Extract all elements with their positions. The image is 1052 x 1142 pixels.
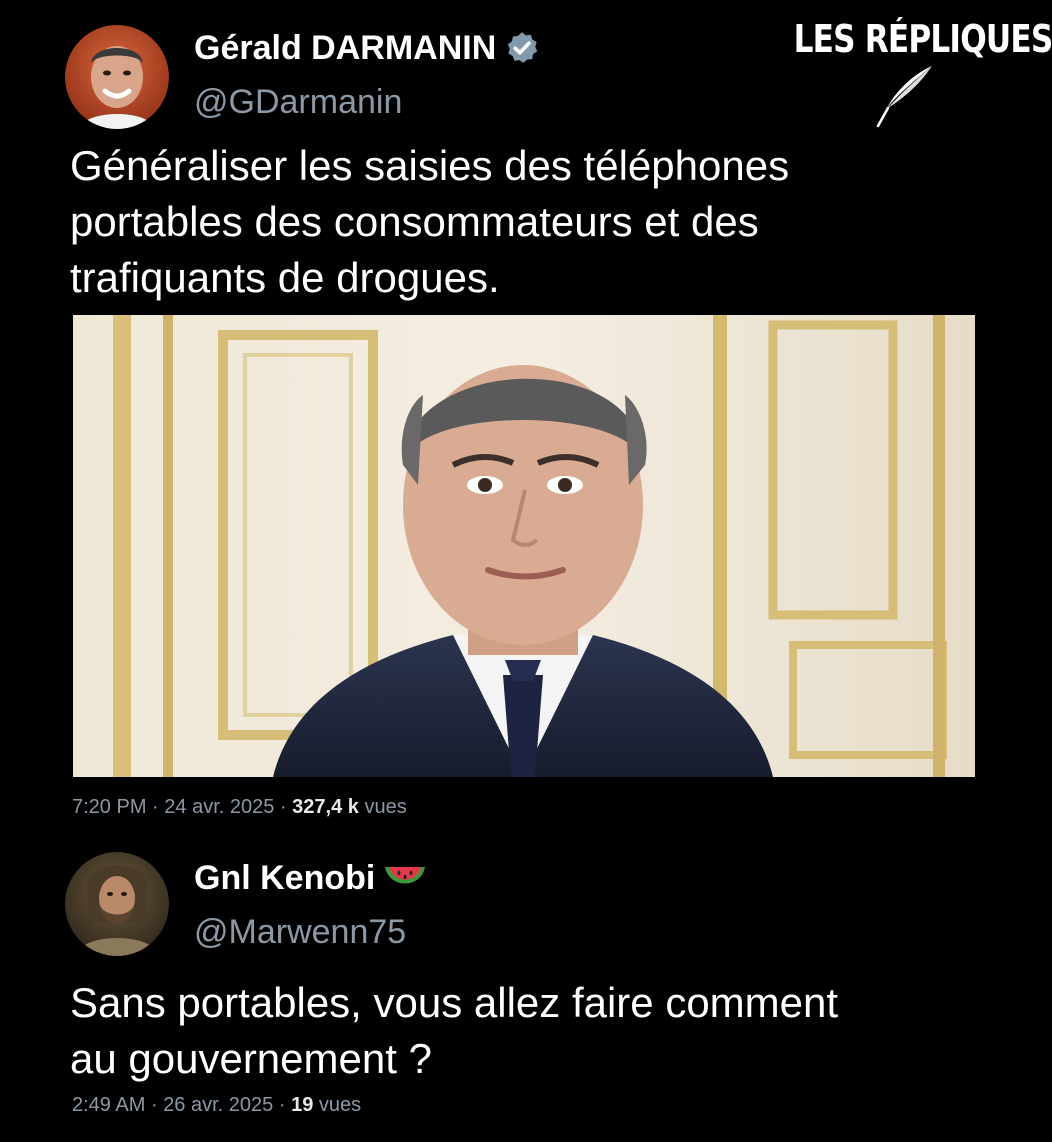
tweet-meta: 7:20 PM · 24 avr. 2025 · 327,4 k vues: [72, 796, 407, 819]
tweet-text-line: Sans portables, vous allez faire comment: [70, 979, 839, 1026]
tweet-text-line: portables des consommateurs et des: [70, 198, 759, 245]
brand-logo: LES RÉPLIQUES: [770, 17, 1052, 128]
author-name[interactable]: Gnl Kenobi: [194, 858, 427, 898]
views-label: vues: [318, 1094, 362, 1116]
meta-separator: ·: [279, 796, 287, 818]
avatar[interactable]: [65, 852, 169, 956]
author-name-text: Gérald DARMANIN: [194, 29, 497, 67]
author-handle[interactable]: @Marwenn75: [194, 912, 406, 952]
quill-icon: [876, 66, 932, 128]
tweet-time[interactable]: 7:20 PM: [72, 796, 146, 818]
tweet-date[interactable]: 26 avr. 2025: [163, 1094, 273, 1116]
tweet-text-line: au gouvernement ?: [70, 1035, 432, 1082]
avatar-darmanin-icon: [65, 25, 169, 129]
meta-separator: ·: [278, 1094, 286, 1116]
views-count: 19: [291, 1094, 314, 1116]
avatar[interactable]: [65, 25, 169, 129]
meta-separator: ·: [150, 1094, 158, 1116]
tweet-media-image[interactable]: [73, 315, 975, 777]
tweet-text-line: trafiquants de drogues.: [70, 254, 500, 301]
tweet-date[interactable]: 24 avr. 2025: [164, 796, 274, 818]
avatar-kenobi-icon: [65, 852, 169, 956]
watermelon-emoji-icon: [385, 867, 426, 884]
meta-separator: ·: [152, 796, 159, 818]
brand-title: LES RÉPLIQUES: [793, 17, 1052, 61]
verified-badge-icon: [508, 32, 538, 63]
tweet-meta: 2:49 AM · 26 avr. 2025 · 19 vues: [72, 1094, 361, 1117]
tweet-text: Généraliser les saisies des téléphones p…: [70, 138, 1040, 306]
views-count: 327,4 k: [292, 796, 359, 818]
portrait-photo: [73, 315, 975, 777]
author-name[interactable]: Gérald DARMANIN: [194, 28, 540, 68]
tweet-text-line: Généraliser les saisies des téléphones: [70, 142, 790, 189]
tweet-time[interactable]: 2:49 AM: [72, 1094, 145, 1116]
tweet-text: Sans portables, vous allez faire comment…: [70, 975, 1040, 1087]
author-handle[interactable]: @GDarmanin: [194, 82, 402, 122]
author-name-text: Gnl Kenobi: [194, 859, 376, 897]
views-label: vues: [364, 796, 407, 818]
